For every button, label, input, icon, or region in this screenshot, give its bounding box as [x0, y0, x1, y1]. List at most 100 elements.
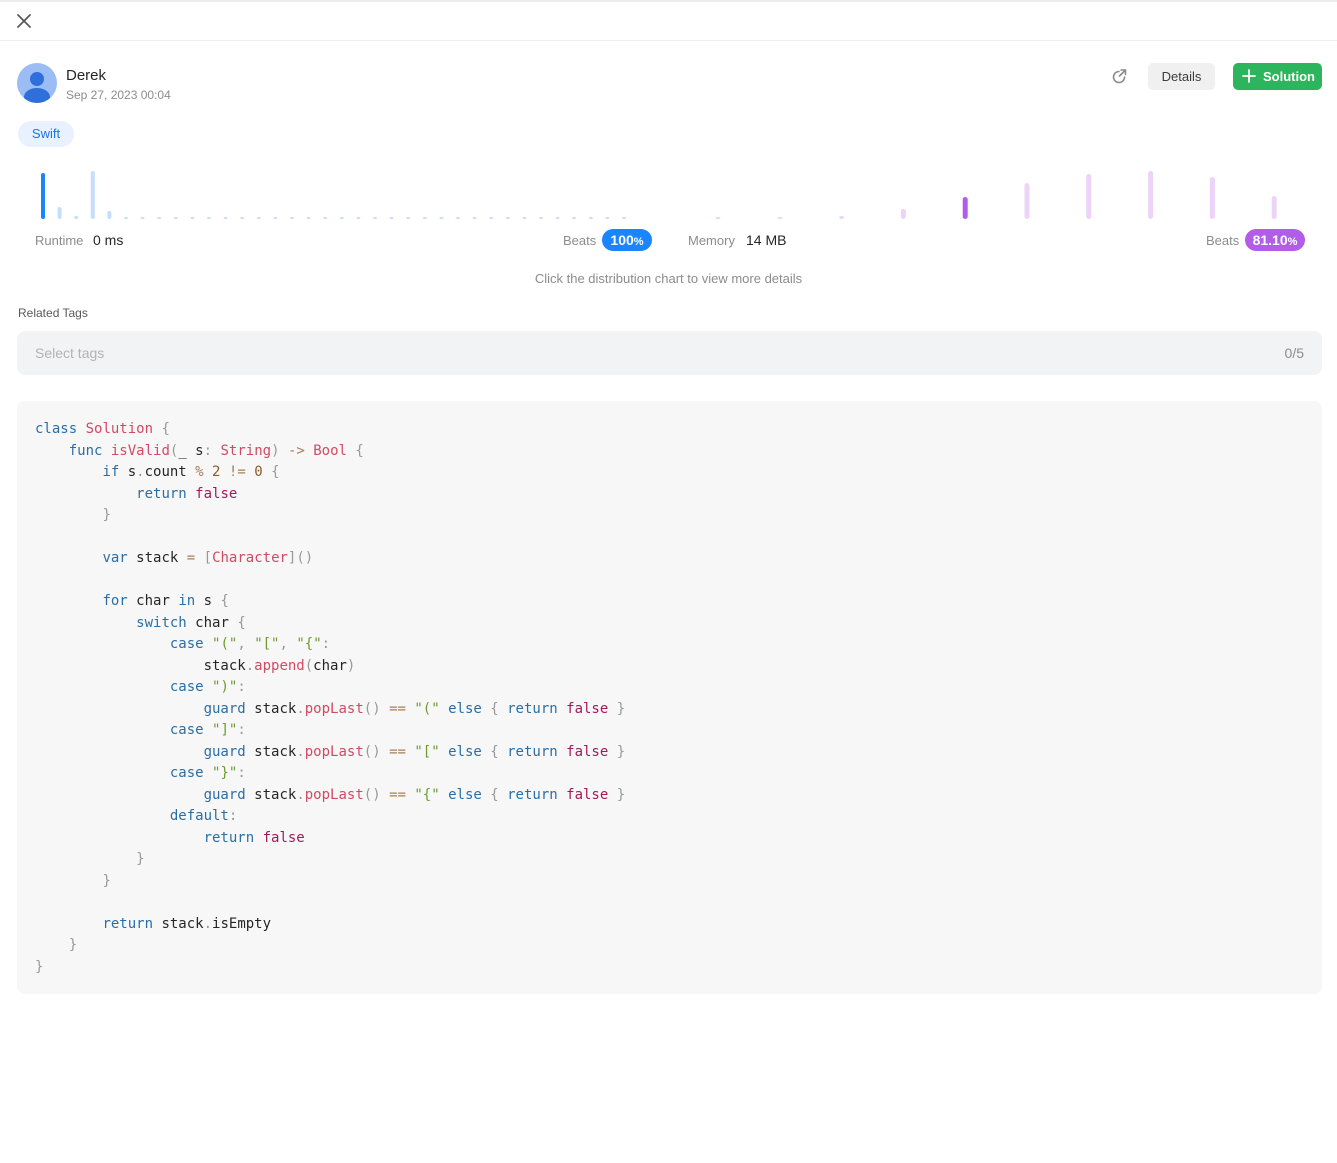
avatar[interactable] [17, 63, 57, 103]
distribution-bar[interactable] [472, 217, 477, 219]
code-line: guard stack.popLast() == "{" else { retu… [35, 786, 626, 803]
distribution-bar[interactable] [1209, 177, 1215, 219]
code-token: { [220, 593, 229, 609]
code-token: { [490, 743, 499, 760]
code-token: . [296, 743, 305, 760]
distribution-bar[interactable] [439, 217, 444, 219]
distribution-bar[interactable] [389, 217, 394, 219]
distribution-bar[interactable] [173, 217, 178, 219]
distribution-bar[interactable] [140, 217, 145, 219]
distribution-bar[interactable] [373, 217, 377, 219]
distribution-bar[interactable] [456, 217, 460, 219]
runtime-distribution[interactable] [41, 171, 626, 219]
runtime-beats-label: Beats [563, 233, 597, 248]
code-content[interactable]: class Solution { func isValid(_ s: Strin… [35, 419, 625, 978]
distribution-bar[interactable] [900, 209, 906, 219]
code-token: guard [203, 743, 246, 760]
code-token: == [389, 743, 406, 760]
distribution-bar[interactable] [290, 217, 294, 219]
distribution-bar[interactable] [41, 173, 45, 219]
distribution-bar[interactable] [157, 217, 162, 219]
close-button[interactable] [14, 11, 34, 31]
submission-date: Sep 27, 2023 00:04 [66, 88, 171, 102]
distribution-bar[interactable] [505, 217, 510, 219]
distribution-bar[interactable] [539, 217, 543, 219]
distribution-bar[interactable] [588, 217, 593, 219]
memory-distribution[interactable] [715, 171, 1277, 219]
distribution-bar[interactable] [339, 217, 344, 219]
code-block[interactable]: class Solution { func isValid(_ s: Strin… [17, 401, 1322, 994]
code-token: stack [35, 657, 246, 674]
distribution-bar[interactable] [1271, 196, 1277, 219]
code-token: ( [304, 657, 314, 674]
add-solution-button[interactable]: Solution [1233, 63, 1322, 90]
distribution-bar[interactable] [572, 217, 577, 219]
code-token: "(" [212, 636, 238, 652]
distribution-bar[interactable] [57, 207, 62, 219]
code-token: : [321, 636, 331, 652]
code-token: "{" [414, 786, 440, 803]
distribution-bar[interactable] [422, 217, 427, 219]
distribution-bar[interactable] [622, 217, 626, 219]
distribution-bar[interactable] [489, 217, 494, 219]
memory-label: Memory [688, 233, 735, 248]
distribution-bar[interactable] [190, 217, 195, 219]
distribution-bar[interactable] [107, 211, 112, 219]
distribution-bar[interactable] [256, 217, 261, 219]
distribution-bar[interactable] [90, 171, 95, 219]
code-token: stack [153, 915, 204, 932]
distribution-bar[interactable] [273, 217, 278, 219]
distribution-bar[interactable] [1086, 174, 1092, 219]
distribution-bar[interactable] [715, 217, 721, 219]
distribution-bar[interactable] [962, 197, 968, 219]
code-token: String [220, 442, 272, 459]
distribution-bar[interactable] [605, 217, 610, 219]
runtime-label: Runtime [35, 233, 84, 248]
distribution-bar[interactable] [522, 217, 527, 219]
distribution-chart[interactable] [0, 160, 1337, 230]
distribution-bar[interactable] [207, 217, 211, 219]
code-line: case "}": [35, 765, 246, 781]
details-button[interactable]: Details [1148, 63, 1215, 90]
language-tag[interactable]: Swift [18, 121, 74, 147]
tags-select[interactable]: Select tags 0/5 [17, 331, 1322, 375]
code-token: _ s [178, 442, 204, 459]
code-token: isValid [110, 442, 170, 459]
share-button[interactable] [1108, 66, 1130, 88]
distribution-bar[interactable] [555, 217, 560, 219]
code-token: , [279, 636, 288, 652]
distribution-bar[interactable] [356, 217, 361, 219]
distribution-bar[interactable] [406, 217, 411, 219]
code-token: } [35, 958, 44, 975]
distribution-bar[interactable] [240, 217, 245, 219]
code-token: % [195, 464, 204, 480]
distribution-bar[interactable] [124, 217, 128, 219]
code-token: != [228, 464, 246, 480]
distribution-bar[interactable] [777, 217, 783, 219]
code-token: s [119, 464, 137, 480]
distribution-bar[interactable] [1024, 183, 1030, 219]
code-token: . [245, 657, 255, 674]
distribution-bar[interactable] [306, 217, 311, 219]
distribution-bar[interactable] [223, 217, 228, 219]
code-token: stack [127, 550, 187, 566]
runtime-value: 0 ms [93, 232, 124, 248]
distribution-bar[interactable] [1148, 171, 1154, 219]
distribution-bar[interactable] [323, 217, 328, 219]
code-token: else [448, 786, 482, 803]
distribution-bar[interactable] [74, 216, 79, 219]
distribution-bar[interactable] [839, 216, 845, 219]
author-name[interactable]: Derek [66, 67, 106, 84]
